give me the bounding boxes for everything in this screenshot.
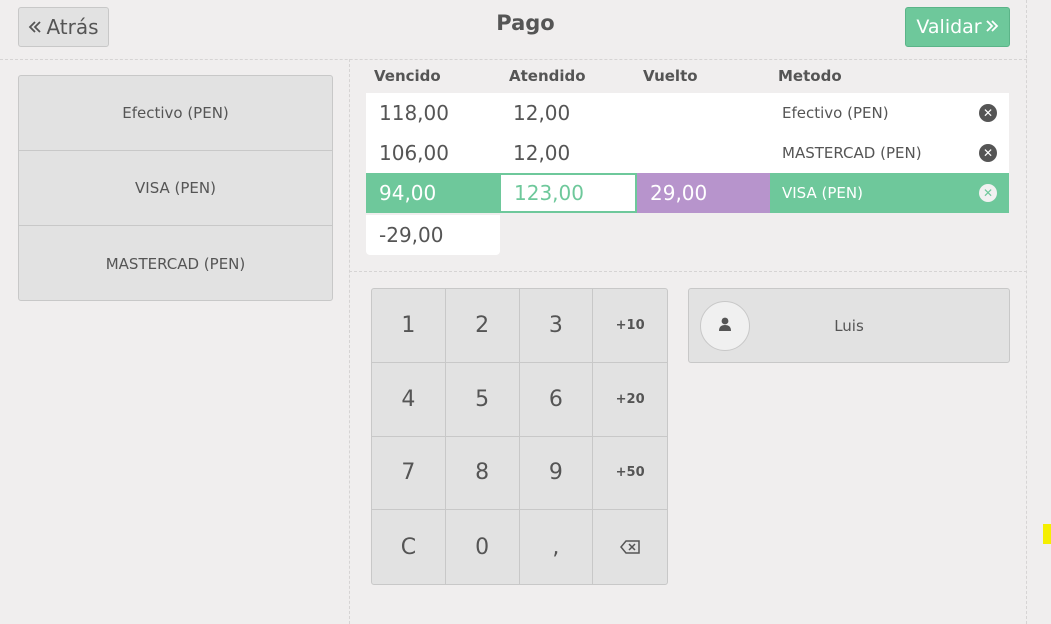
- numpad-key-1[interactable]: 1: [372, 289, 446, 363]
- divider: [349, 271, 1027, 272]
- tendered-value: 12,00: [513, 141, 571, 165]
- customer-button[interactable]: Luis: [688, 288, 1010, 363]
- close-circle-icon[interactable]: ✕: [979, 184, 997, 202]
- divider: [1026, 0, 1027, 624]
- divider: [0, 59, 1027, 60]
- validate-button[interactable]: Validar: [905, 7, 1010, 47]
- numpad-key-decimal[interactable]: ,: [520, 510, 594, 584]
- numpad-key-0[interactable]: 0: [446, 510, 520, 584]
- payment-line[interactable]: 118,00 12,00 Efectivo (PEN) ✕: [366, 93, 1009, 133]
- due-value: 118,00: [379, 101, 449, 125]
- payment-method-mastercard[interactable]: MASTERCAD (PEN): [19, 226, 332, 301]
- numpad-key-9[interactable]: 9: [519, 436, 594, 511]
- payment-method-list: Efectivo (PEN) VISA (PEN) MASTERCAD (PEN…: [18, 75, 333, 301]
- column-header-due: Vencido: [374, 67, 441, 85]
- numpad: 1 2 3 +10 4 5 6 +20 7 8 9 +50 C 0 ,: [371, 288, 668, 585]
- numpad-key-backspace[interactable]: [593, 510, 667, 584]
- numpad-key-7[interactable]: 7: [372, 436, 446, 511]
- method-value: Efectivo (PEN): [782, 104, 889, 122]
- due-value: 106,00: [379, 141, 449, 165]
- numpad-key-2[interactable]: 2: [445, 289, 520, 363]
- method-value: VISA (PEN): [770, 173, 1009, 213]
- page-title: Pago: [496, 11, 555, 35]
- method-value: MASTERCAD (PEN): [782, 144, 922, 162]
- close-circle-icon[interactable]: ✕: [979, 144, 997, 162]
- tendered-value: 12,00: [513, 101, 571, 125]
- close-circle-icon[interactable]: ✕: [979, 104, 997, 122]
- change-value: [637, 93, 770, 133]
- numpad-key-plus-20[interactable]: +20: [593, 363, 667, 437]
- customer-name: Luis: [834, 317, 864, 335]
- backspace-icon: [620, 535, 640, 560]
- highlight-marker: [1043, 524, 1051, 544]
- payment-method-cash[interactable]: Efectivo (PEN): [19, 76, 332, 151]
- numpad-key-4[interactable]: 4: [372, 362, 446, 437]
- numpad-key-clear[interactable]: C: [372, 510, 446, 584]
- column-header-tendered: Atendido: [509, 67, 586, 85]
- validate-label: Validar: [916, 16, 982, 38]
- double-chevron-right-icon: [985, 16, 999, 38]
- payment-line-selected[interactable]: 94,00 123,00 29,00 VISA (PEN) ✕: [366, 173, 1009, 213]
- remaining-amount: -29,00: [366, 215, 500, 255]
- due-value: 94,00: [366, 173, 500, 213]
- column-header-change: Vuelto: [643, 67, 698, 85]
- numpad-key-8[interactable]: 8: [445, 436, 520, 511]
- numpad-key-plus-10[interactable]: +10: [593, 289, 667, 363]
- top-bar: Atrás Pago Validar: [0, 0, 1051, 60]
- numpad-key-3[interactable]: 3: [519, 289, 594, 363]
- tendered-input[interactable]: 123,00: [499, 173, 637, 213]
- payment-line[interactable]: 106,00 12,00 MASTERCAD (PEN) ✕: [366, 133, 1009, 173]
- numpad-key-plus-50[interactable]: +50: [593, 437, 667, 511]
- change-value: [637, 133, 770, 173]
- change-value: 29,00: [637, 173, 770, 213]
- column-header-method: Metodo: [778, 67, 842, 85]
- divider: [349, 59, 350, 624]
- numpad-key-6[interactable]: 6: [519, 362, 594, 437]
- payment-method-visa[interactable]: VISA (PEN): [19, 151, 332, 226]
- numpad-key-5[interactable]: 5: [445, 362, 520, 437]
